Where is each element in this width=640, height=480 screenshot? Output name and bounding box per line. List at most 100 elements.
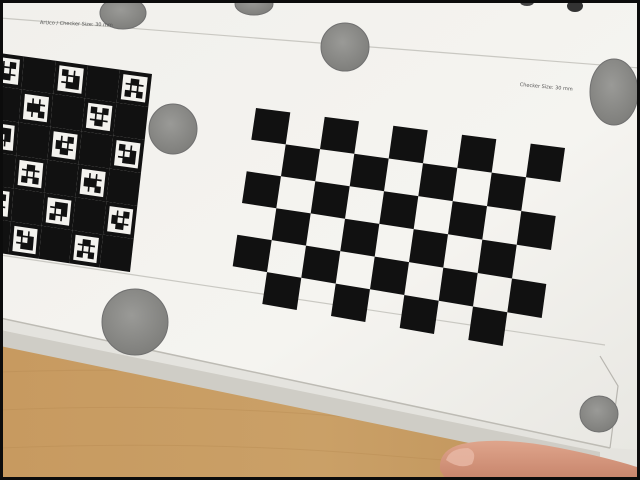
disc-aruco-right xyxy=(148,103,198,155)
aruco-bit xyxy=(55,215,61,222)
aruco-bit xyxy=(96,113,102,120)
aruco-cell xyxy=(72,197,107,235)
aruco-cell xyxy=(0,86,22,123)
aruco-bit xyxy=(97,106,103,113)
aruco-bit xyxy=(55,134,62,141)
aruco-bit xyxy=(117,217,123,224)
aruco-bit xyxy=(34,165,41,171)
aruco-bit xyxy=(62,135,68,142)
aruco-bit xyxy=(5,141,11,148)
aruco-bit xyxy=(33,98,40,105)
checker-square xyxy=(320,116,359,154)
aruco-bit xyxy=(90,172,97,179)
aruco-cell xyxy=(106,168,141,206)
aruco-bit xyxy=(131,85,138,92)
aruco-bit xyxy=(90,239,96,246)
disc-right-edge xyxy=(589,58,639,126)
aruco-cell xyxy=(84,65,120,103)
aruco-bit xyxy=(123,218,130,225)
aruco-bit xyxy=(67,150,74,157)
aruco-bit xyxy=(124,84,131,91)
aruco-bit xyxy=(32,112,39,119)
aruco-bit xyxy=(97,173,103,180)
aruco-cell xyxy=(16,122,51,160)
aruco-bit xyxy=(82,186,88,192)
checker-square xyxy=(438,267,478,307)
aruco-bit xyxy=(4,67,10,74)
checker-square xyxy=(349,153,389,192)
aruco-cell xyxy=(11,188,45,226)
aruco-bit xyxy=(68,143,74,150)
aruco-bit xyxy=(55,208,62,215)
aruco-cell xyxy=(38,225,73,264)
checker-square xyxy=(262,272,302,310)
aruco-bit xyxy=(82,252,89,259)
aruco-bit xyxy=(61,216,68,223)
aruco-bit xyxy=(22,237,28,244)
checker-square xyxy=(379,191,419,230)
disc-lower-right xyxy=(579,395,619,433)
aruco-cell xyxy=(21,56,56,94)
aruco-bit xyxy=(21,170,27,177)
aruco-bit xyxy=(25,111,32,118)
checker-square xyxy=(487,172,526,211)
aruco-bit xyxy=(138,86,144,93)
aruco-bit xyxy=(39,106,46,113)
aruco-cell xyxy=(78,131,114,169)
disc-lower-left xyxy=(101,288,169,356)
aruco-bit xyxy=(49,207,55,214)
checker-square xyxy=(477,239,517,279)
aruco-bit xyxy=(102,121,108,128)
aruco-bit xyxy=(4,60,11,67)
checker-square xyxy=(409,229,448,268)
aruco-bit xyxy=(103,114,109,121)
aruco-cell xyxy=(44,159,79,198)
aruco-cell xyxy=(50,93,85,132)
camera-photo xyxy=(0,0,640,480)
aruco-bit xyxy=(75,70,81,77)
aruco-bit xyxy=(88,120,95,126)
aruco-bit xyxy=(138,79,145,86)
checker-square xyxy=(418,163,458,202)
aruco-bit xyxy=(76,244,83,251)
checker-square xyxy=(526,143,565,182)
checker-square xyxy=(301,245,341,284)
aruco-bit xyxy=(117,150,124,157)
aruco-cell xyxy=(99,234,134,272)
aruco-bit xyxy=(89,186,95,193)
checker-square xyxy=(516,211,556,250)
checker-square xyxy=(399,295,439,334)
aruco-bit xyxy=(60,75,67,82)
checker-square xyxy=(232,234,272,273)
aruco-bit xyxy=(61,142,68,149)
aruco-bit xyxy=(124,151,130,158)
aruco-bit xyxy=(118,210,124,217)
aruco-bit xyxy=(110,223,116,230)
checker-square xyxy=(340,218,380,257)
disc-upper-middle xyxy=(320,22,370,72)
aruco-bit xyxy=(29,231,35,237)
disc-top-left xyxy=(99,0,147,30)
aruco-bit xyxy=(116,157,123,164)
aruco-bit xyxy=(26,97,33,104)
aruco-cell xyxy=(113,102,149,140)
aruco-bit xyxy=(131,145,138,152)
aruco-marker-grid xyxy=(0,53,152,272)
aruco-bit xyxy=(34,172,40,179)
aruco-bit xyxy=(89,112,96,119)
aruco-bit xyxy=(22,230,29,237)
checker-square xyxy=(251,108,291,145)
aruco-bit xyxy=(125,77,131,84)
aruco-bit xyxy=(83,245,89,252)
checker-square xyxy=(310,181,350,219)
aruco-bit xyxy=(10,75,16,82)
checker-square xyxy=(448,201,487,240)
checker-square xyxy=(242,171,281,209)
aruco-bit xyxy=(83,171,90,178)
aruco-bit xyxy=(96,180,102,187)
checker-square xyxy=(281,144,320,182)
aruco-bit xyxy=(15,243,21,250)
aruco-bit xyxy=(125,144,131,151)
aruco-bit xyxy=(111,209,118,216)
aruco-bit xyxy=(15,236,22,243)
